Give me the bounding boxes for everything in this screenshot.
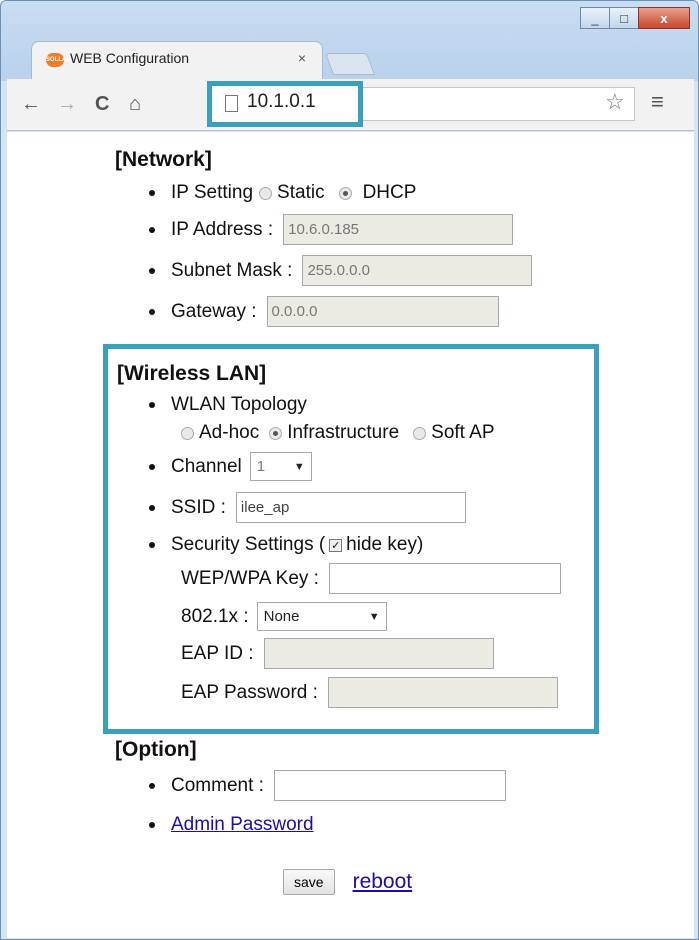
bullet xyxy=(149,226,155,233)
bullet xyxy=(149,402,155,408)
eap-password-row: EAP Password : xyxy=(181,677,558,708)
adhoc-radio[interactable] xyxy=(181,426,194,440)
back-icon[interactable]: ← xyxy=(21,93,41,116)
bookmark-star-icon[interactable]: ☆ xyxy=(605,89,625,115)
channel-row: Channel 1 ▼ xyxy=(149,452,312,481)
dot1x-value: None xyxy=(263,608,300,625)
minimize-button[interactable]: _ xyxy=(580,7,610,29)
security-row: Security Settings ( ✓ hide key) xyxy=(149,534,423,556)
admin-password-link[interactable]: Admin Password xyxy=(171,814,314,836)
bullet xyxy=(149,542,155,548)
close-window-button[interactable]: x xyxy=(638,7,690,29)
wep-key-label: WEP/WPA Key : xyxy=(181,567,319,589)
static-radio[interactable] xyxy=(259,186,273,200)
eap-id-label: EAP ID : xyxy=(181,642,254,664)
chevron-down-icon: ▼ xyxy=(368,610,380,623)
ip-address-input[interactable] xyxy=(283,214,514,245)
wep-key-input[interactable] xyxy=(328,563,561,594)
dot1x-select[interactable]: None ▼ xyxy=(256,602,387,631)
tab-close-icon[interactable]: × xyxy=(298,50,306,66)
gateway-input[interactable] xyxy=(266,296,499,327)
subnet-mask-row: Subnet Mask : xyxy=(149,255,533,286)
comment-row: Comment : xyxy=(149,770,506,801)
eap-password-input[interactable] xyxy=(327,677,558,708)
hide-key-checkbox[interactable]: ✓ xyxy=(329,538,343,552)
topology-options: Ad-hoc Infrastructure Soft AP xyxy=(181,422,495,444)
admin-password-row: Admin Password xyxy=(149,814,314,836)
ip-setting-row: IP Setting Static DHCP xyxy=(149,182,416,204)
ssid-input[interactable] xyxy=(235,492,466,523)
bullet xyxy=(149,463,155,470)
channel-label: Channel xyxy=(171,455,242,477)
tab-title: WEB Configuration xyxy=(70,50,190,66)
bullet xyxy=(149,822,155,828)
subnet-mask-input[interactable] xyxy=(302,255,533,286)
page-content: [Network] IP Setting Static DHCP IP Addr… xyxy=(7,132,694,938)
gateway-row: Gateway : xyxy=(149,296,499,327)
action-row: save reboot xyxy=(283,869,412,895)
new-tab-button[interactable] xyxy=(324,53,376,75)
eap-id-input[interactable] xyxy=(263,638,494,669)
ip-setting-label: IP Setting xyxy=(171,182,254,203)
network-title: [Network] xyxy=(115,148,212,171)
security-label: Security Settings ( xyxy=(171,534,326,555)
reload-icon[interactable]: C xyxy=(95,93,109,116)
wireless-title: [Wireless LAN] xyxy=(117,362,267,385)
option-title: [Option] xyxy=(115,738,197,761)
menu-icon[interactable]: ≡ xyxy=(651,89,664,115)
eap-id-row: EAP ID : xyxy=(181,638,494,669)
dot1x-row: 802.1x : None ▼ xyxy=(181,602,387,631)
save-button[interactable]: save xyxy=(283,869,335,895)
page-icon xyxy=(225,95,238,112)
channel-value: 1 xyxy=(256,458,266,475)
ssid-row: SSID : xyxy=(149,492,466,523)
subnet-mask-label: Subnet Mask : xyxy=(171,259,293,281)
eap-password-label: EAP Password : xyxy=(181,681,318,703)
dhcp-radio[interactable] xyxy=(338,186,352,200)
bullet xyxy=(149,504,155,511)
softap-radio[interactable] xyxy=(413,426,427,440)
dhcp-label: DHCP xyxy=(362,182,417,203)
wep-key-row: WEP/WPA Key : xyxy=(181,563,561,594)
title-bar: _ □ x SOLLAE WEB Configuration × xyxy=(1,1,698,81)
dot1x-label: 802.1x : xyxy=(181,605,249,627)
maximize-button[interactable]: □ xyxy=(609,7,639,29)
browser-toolbar: ← → C ⌂ 10.1.0.1 ☆ ≡ xyxy=(7,79,694,131)
adhoc-label: Ad-hoc xyxy=(199,422,260,443)
chevron-down-icon: ▼ xyxy=(293,460,305,473)
topology-label: WLAN Topology xyxy=(171,394,307,415)
reboot-link[interactable]: reboot xyxy=(353,870,413,894)
static-label: Static xyxy=(277,182,325,203)
home-icon[interactable]: ⌂ xyxy=(129,93,141,116)
ip-address-label: IP Address : xyxy=(171,218,274,240)
browser-window: _ □ x SOLLAE WEB Configuration × ← → C ⌂… xyxy=(0,0,699,940)
ssid-label: SSID : xyxy=(171,496,226,518)
bullet xyxy=(149,782,155,789)
bullet xyxy=(149,190,155,196)
forward-icon[interactable]: → xyxy=(57,93,77,116)
url-text[interactable]: 10.1.0.1 xyxy=(247,91,316,113)
channel-select[interactable]: 1 ▼ xyxy=(249,452,312,481)
ip-address-row: IP Address : xyxy=(149,214,514,245)
comment-label: Comment : xyxy=(171,774,264,796)
bullet xyxy=(149,267,155,274)
browser-tab[interactable]: SOLLAE WEB Configuration × xyxy=(31,41,323,79)
favicon-icon: SOLLAE xyxy=(46,53,70,67)
topology-row: WLAN Topology xyxy=(149,394,307,416)
infrastructure-radio[interactable] xyxy=(269,426,283,440)
infrastructure-label: Infrastructure xyxy=(287,422,400,443)
hide-key-label: hide key) xyxy=(346,534,424,555)
comment-input[interactable] xyxy=(273,770,506,801)
softap-label: Soft AP xyxy=(431,422,495,443)
window-controls: _ □ x xyxy=(580,7,690,29)
gateway-label: Gateway : xyxy=(171,300,257,322)
bullet xyxy=(149,308,155,315)
